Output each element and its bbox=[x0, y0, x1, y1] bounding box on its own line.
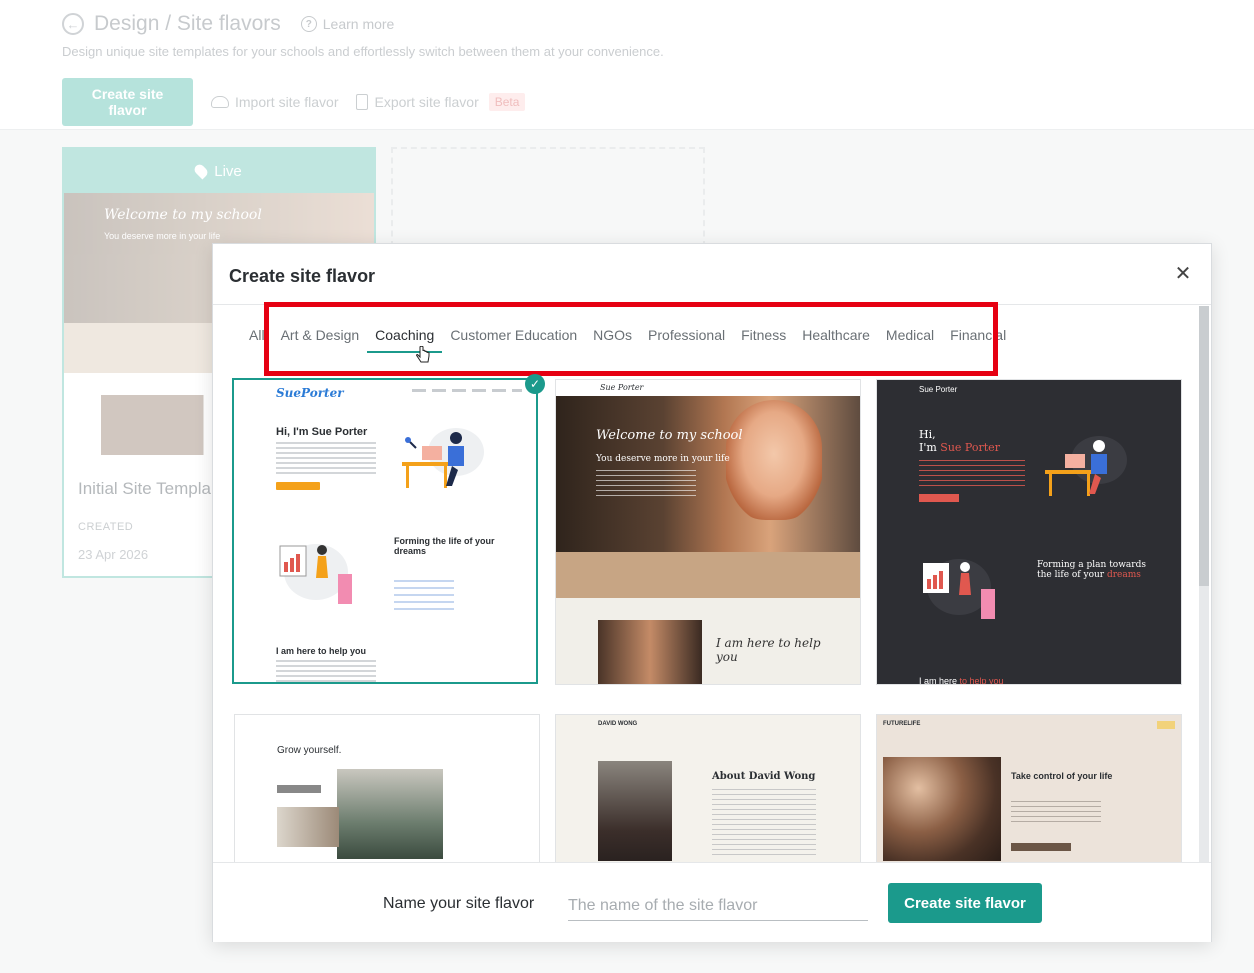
tab-ngos[interactable]: NGOs bbox=[585, 327, 640, 353]
template-logo: DAVID WONG bbox=[598, 721, 638, 727]
template-cta bbox=[1011, 843, 1071, 851]
template-heading: Take control of your life bbox=[1011, 771, 1113, 781]
template-text bbox=[712, 789, 816, 859]
tab-medical[interactable]: Medical bbox=[878, 327, 942, 353]
template-photo bbox=[598, 761, 672, 861]
template-badge bbox=[1157, 721, 1175, 729]
template-nav bbox=[412, 389, 522, 392]
create-site-flavor-modal: Create site flavor ✕ All Art & Design Co… bbox=[212, 243, 1212, 942]
template-card-futurelife[interactable]: FUTURELIFE Take control of your life bbox=[876, 714, 1182, 862]
modal-title: Create site flavor bbox=[229, 266, 376, 286]
template-grid: SuePorter Hi, I'm Sue Porter Forming the… bbox=[213, 376, 1199, 862]
template-photo bbox=[598, 620, 702, 684]
template-subheading: You deserve more in your life bbox=[596, 454, 730, 464]
template-photo bbox=[337, 769, 443, 859]
modal-divider bbox=[213, 304, 1211, 305]
template-card-sue-porter-photo[interactable]: Sue Porter Welcome to my school You dese… bbox=[555, 379, 861, 685]
desk-illustration-icon bbox=[1045, 436, 1127, 496]
template-heading-3: I am here to help you bbox=[919, 676, 1004, 685]
template-logo: FUTURELIFE bbox=[883, 721, 921, 727]
heading3-text: I am here bbox=[919, 676, 960, 685]
template-text bbox=[919, 460, 1025, 486]
create-site-flavor-submit-button[interactable]: Create site flavor bbox=[888, 883, 1042, 923]
template-heading-2: Forming the life of your dreams bbox=[394, 536, 495, 556]
heading-name: Sue Porter bbox=[940, 441, 1000, 454]
template-text bbox=[1011, 801, 1101, 823]
template-text bbox=[596, 470, 696, 496]
template-checklist bbox=[394, 580, 454, 610]
template-text bbox=[276, 442, 376, 474]
template-script-heading: I am here to help you bbox=[716, 636, 821, 664]
presentation-illustration-icon bbox=[923, 559, 995, 619]
template-heading: About David Wong bbox=[712, 771, 816, 782]
template-portrait bbox=[726, 400, 822, 520]
tab-fitness[interactable]: Fitness bbox=[733, 327, 794, 353]
template-logo: SuePorter bbox=[276, 386, 344, 400]
heading3-accent: to help you bbox=[959, 676, 1004, 685]
template-cta bbox=[276, 482, 320, 490]
template-heading: Grow yourself. bbox=[277, 745, 342, 756]
template-card-grow-yourself[interactable]: Grow yourself. bbox=[234, 714, 540, 862]
template-logo: Sue Porter bbox=[919, 385, 958, 394]
heading-mid: I'm bbox=[919, 441, 941, 454]
tab-healthcare[interactable]: Healthcare bbox=[794, 327, 878, 353]
tab-professional[interactable]: Professional bbox=[640, 327, 733, 353]
selected-check-icon: ✓ bbox=[525, 374, 545, 394]
tab-customer-education[interactable]: Customer Education bbox=[442, 327, 585, 353]
tab-coaching[interactable]: Coaching bbox=[367, 327, 443, 353]
template-card-david-wong[interactable]: DAVID WONG About David Wong bbox=[555, 714, 861, 862]
category-tabs: All Art & Design Coaching Customer Educa… bbox=[241, 327, 1014, 353]
template-heading: Hi, I'm Sue Porter bbox=[919, 428, 1000, 454]
desk-illustration-icon bbox=[402, 428, 484, 488]
template-cta bbox=[277, 785, 321, 793]
template-photo bbox=[883, 757, 1001, 861]
site-flavor-name-input[interactable] bbox=[568, 891, 868, 921]
template-heading-2: Forming a plan towards the life of your … bbox=[1037, 560, 1147, 580]
template-heading-3: I am here to help you bbox=[276, 646, 367, 656]
template-card-sue-porter-dark[interactable]: Sue Porter Hi, I'm Sue Porter Forming a … bbox=[876, 379, 1182, 685]
template-cta bbox=[919, 494, 959, 502]
presentation-illustration-icon bbox=[279, 544, 352, 604]
heading-prefix: Hi, bbox=[919, 428, 936, 441]
scrollbar-thumb[interactable] bbox=[1199, 306, 1209, 586]
hand-cursor-icon bbox=[416, 346, 430, 363]
tab-art-design[interactable]: Art & Design bbox=[273, 327, 368, 353]
name-field-label: Name your site flavor bbox=[383, 895, 535, 912]
tab-financial[interactable]: Financial bbox=[942, 327, 1014, 353]
template-text-3 bbox=[276, 660, 376, 682]
template-heading: Welcome to my school bbox=[596, 428, 743, 443]
template-logo: Sue Porter bbox=[600, 383, 644, 392]
modal-footer: Name your site flavor Create site flavor bbox=[213, 862, 1211, 942]
template-photo-2 bbox=[277, 807, 339, 847]
close-icon[interactable]: ✕ bbox=[1173, 264, 1193, 284]
template-card-sue-porter-light[interactable]: SuePorter Hi, I'm Sue Porter Forming the… bbox=[232, 378, 538, 684]
template-heading: Hi, I'm Sue Porter bbox=[276, 426, 368, 438]
tab-all[interactable]: All bbox=[241, 327, 273, 353]
template-logo-band bbox=[556, 552, 860, 598]
heading2-accent: dreams bbox=[1106, 570, 1141, 580]
